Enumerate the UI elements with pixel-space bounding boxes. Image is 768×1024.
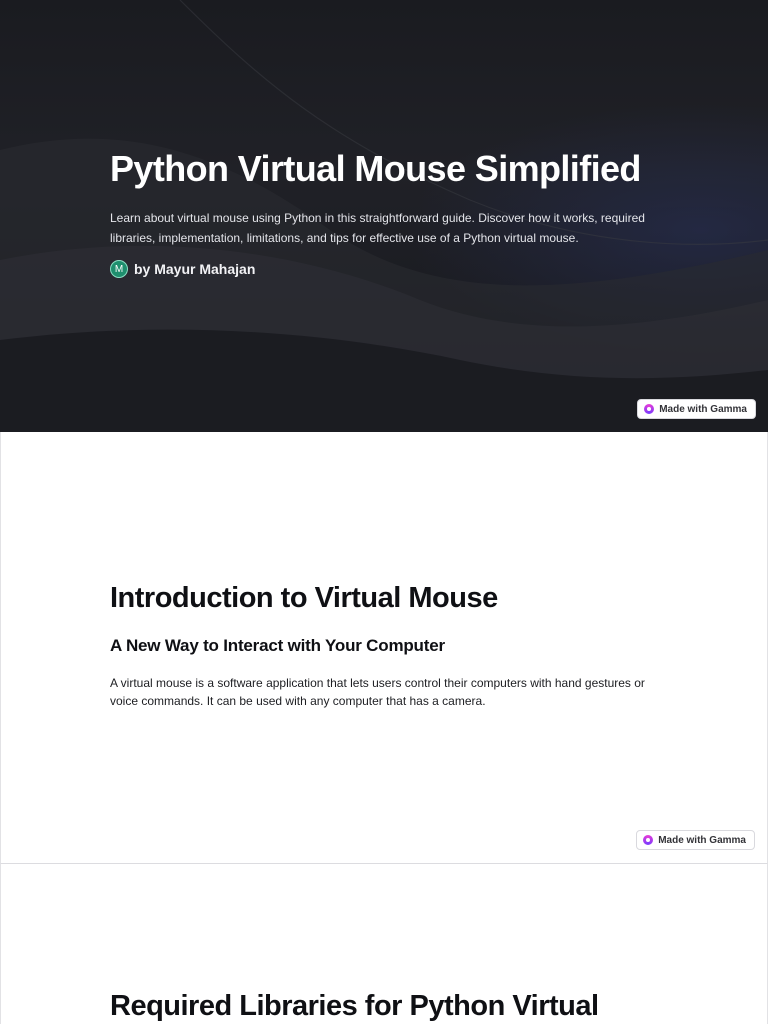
libraries-title: Required Libraries for Python Virtual — [110, 990, 599, 1022]
slide-required-libraries: Required Libraries for Python Virtual — [0, 864, 768, 1024]
author-byline: M by Mayur Mahajan — [110, 260, 255, 278]
intro-subtitle: A New Way to Interact with Your Computer — [110, 636, 445, 655]
gamma-logo-icon — [643, 835, 654, 845]
intro-title: Introduction to Virtual Mouse — [110, 582, 498, 614]
intro-body: A virtual mouse is a software applicatio… — [110, 676, 645, 708]
made-with-gamma-label: Made with Gamma — [658, 834, 746, 846]
gamma-logo-icon — [644, 404, 655, 414]
author-name: by Mayur Mahajan — [134, 261, 256, 277]
slide-hero: Python Virtual Mouse Simplified Learn ab… — [0, 0, 768, 432]
hero-description: Learn about virtual mouse using Python i… — [110, 211, 645, 245]
made-with-gamma-button[interactable]: Made with Gamma — [637, 399, 756, 419]
slide-introduction: Introduction to Virtual Mouse A New Way … — [0, 432, 768, 864]
author-avatar: M — [110, 260, 128, 278]
hero-title: Python Virtual Mouse Simplified — [110, 148, 641, 189]
made-with-gamma-label: Made with Gamma — [659, 403, 747, 415]
made-with-gamma-button[interactable]: Made with Gamma — [636, 830, 755, 850]
